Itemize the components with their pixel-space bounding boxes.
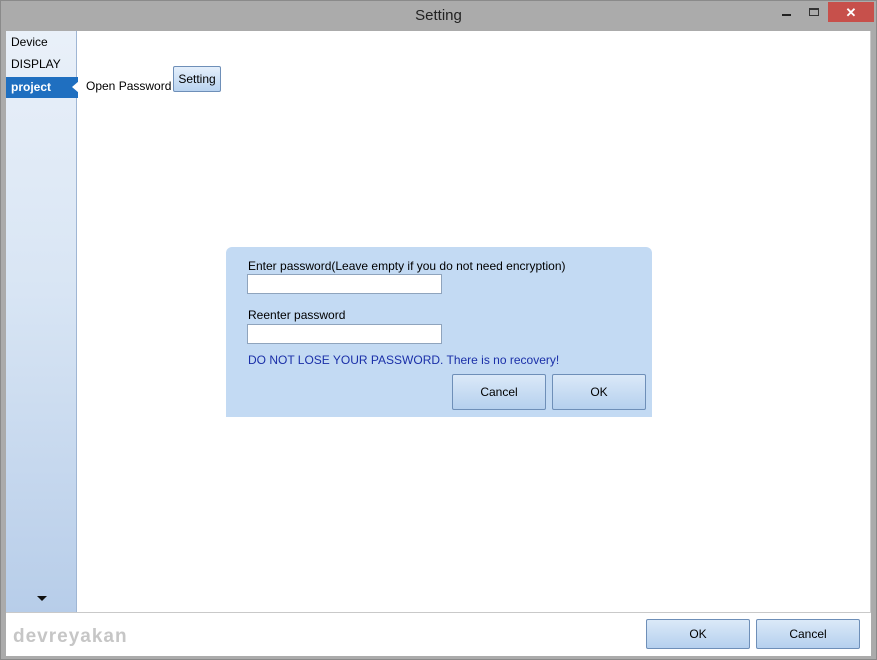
footer-bar: devreyakan OK Cancel [6,612,871,656]
maximize-button[interactable] [801,2,827,22]
scroll-down-icon[interactable] [37,596,47,601]
dialog-cancel-button[interactable]: Cancel [452,374,546,410]
client-area: Device DISPLAY project Open Password Set… [6,31,871,656]
minimize-icon [781,14,791,16]
sidebar-item-project[interactable]: project [6,77,79,98]
close-button[interactable]: ✕ [828,2,874,22]
settings-window: Setting ✕ Device DISPLAY project Open Pa… [0,0,877,660]
dialog-ok-button[interactable]: OK [552,374,646,410]
sidebar-item-display[interactable]: DISPLAY [6,54,77,75]
ok-button[interactable]: OK [646,619,750,649]
sidebar-item-device[interactable]: Device [6,32,77,53]
password-warning: DO NOT LOSE YOUR PASSWORD. There is no r… [248,353,560,367]
window-title: Setting [415,7,462,24]
password-dialog: Enter password(Leave empty if you do not… [226,247,652,417]
password-field[interactable] [247,274,442,294]
close-icon: ✕ [845,4,857,20]
reenter-password-field[interactable] [247,324,442,344]
open-password-label: Open Password [86,79,172,93]
minimize-button[interactable] [773,2,799,22]
title-bar[interactable]: Setting ✕ [1,1,876,31]
maximize-icon [809,8,819,16]
password-label: Enter password(Leave empty if you do not… [248,259,566,273]
watermark: devreyakan [13,626,128,647]
reenter-password-label: Reenter password [248,308,346,322]
cancel-button[interactable]: Cancel [756,619,860,649]
setting-button[interactable]: Setting [173,66,221,92]
main-panel: Open Password Setting Enter password(Lea… [78,31,871,612]
sidebar: Device DISPLAY project [6,31,79,612]
